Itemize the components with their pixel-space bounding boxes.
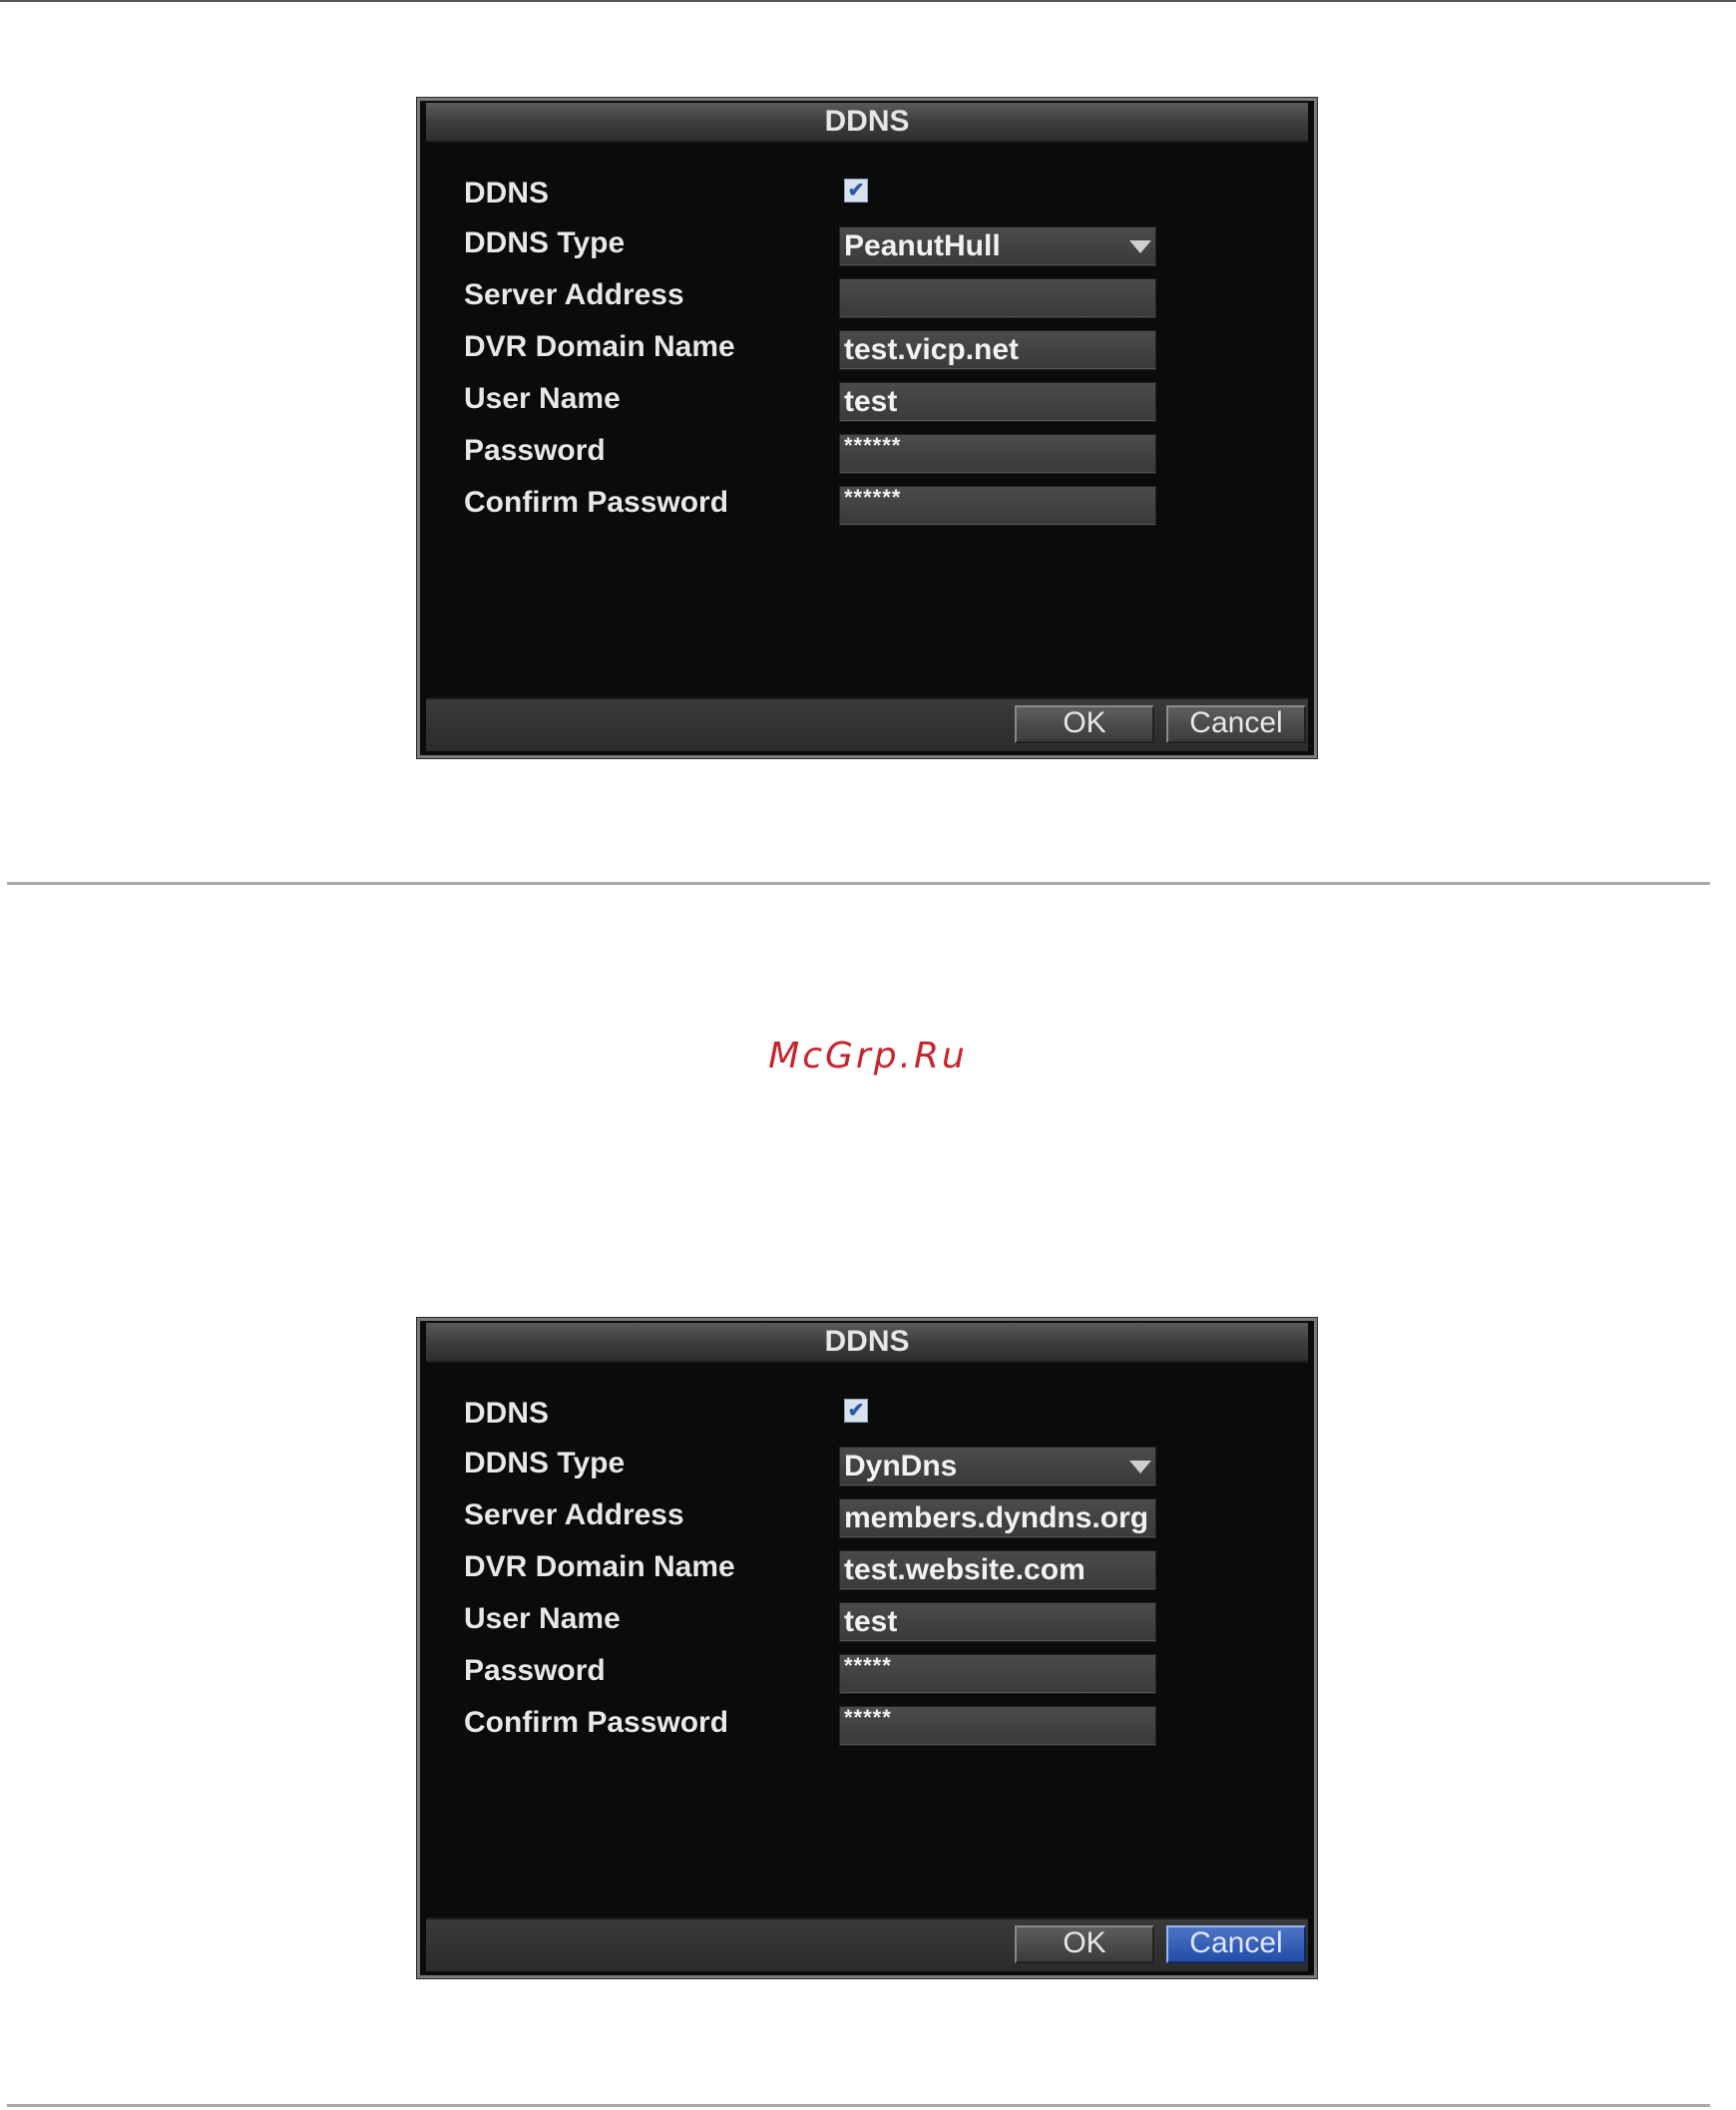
ddns-dialog-peanuthull: DDNS DDNS ✔ DDNS Type PeanutHull Server … — [416, 97, 1318, 759]
dialog-title: DDNS — [426, 1323, 1308, 1363]
cancel-button[interactable]: Cancel — [1166, 705, 1306, 743]
section-divider — [7, 882, 1710, 885]
user-name-label: User Name — [464, 1602, 621, 1635]
server-address-label: Server Address — [464, 278, 684, 311]
user-name-label: User Name — [464, 382, 621, 415]
ddns-type-value: DynDns — [844, 1450, 958, 1482]
ddns-label: DDNS — [464, 177, 550, 210]
server-address-label: Server Address — [464, 1498, 684, 1531]
confirm-password-input[interactable]: ****** — [839, 486, 1156, 526]
domain-name-input[interactable]: test.website.com — [839, 1550, 1156, 1590]
dialog-title: DDNS — [426, 103, 1308, 143]
chevron-down-icon — [1129, 240, 1151, 253]
password-label: Password — [464, 1654, 606, 1687]
domain-name-label: DVR Domain Name — [464, 1550, 735, 1583]
domain-name-input[interactable]: test.vicp.net — [839, 330, 1156, 370]
confirm-password-label: Confirm Password — [464, 1706, 729, 1739]
ok-button[interactable]: OK — [1015, 1925, 1154, 1963]
watermark-text: McGrp.Ru — [768, 1036, 968, 1076]
ddns-type-label: DDNS Type — [464, 226, 626, 259]
ddns-label: DDNS — [464, 1397, 550, 1430]
ddns-type-dropdown[interactable]: DynDns — [839, 1447, 1156, 1486]
domain-name-label: DVR Domain Name — [464, 330, 735, 363]
dialog-footer: OK Cancel — [426, 1917, 1308, 1971]
section-divider — [7, 2104, 1710, 2107]
password-input[interactable]: ****** — [839, 434, 1156, 474]
chevron-down-icon — [1129, 1461, 1151, 1474]
confirm-password-input[interactable]: ***** — [839, 1706, 1156, 1746]
ddns-type-label: DDNS Type — [464, 1447, 626, 1479]
ddns-type-value: PeanutHull — [844, 229, 1001, 262]
ddns-type-dropdown[interactable]: PeanutHull — [839, 226, 1156, 266]
server-address-input[interactable] — [839, 278, 1156, 318]
password-input[interactable]: ***** — [839, 1654, 1156, 1694]
cancel-button[interactable]: Cancel — [1166, 1925, 1306, 1963]
dialog-footer: OK Cancel — [426, 697, 1308, 751]
server-address-input[interactable]: members.dyndns.org — [839, 1498, 1156, 1538]
ok-button[interactable]: OK — [1015, 705, 1154, 743]
ddns-enable-checkbox[interactable]: ✔ — [844, 179, 868, 203]
user-name-input[interactable]: test — [839, 382, 1156, 422]
user-name-input[interactable]: test — [839, 1602, 1156, 1642]
password-label: Password — [464, 434, 606, 467]
ddns-enable-checkbox[interactable]: ✔ — [844, 1399, 868, 1423]
page-top-rule — [0, 0, 1736, 2]
confirm-password-label: Confirm Password — [464, 486, 729, 519]
ddns-dialog-dyndns: DDNS DDNS ✔ DDNS Type DynDns Server Addr… — [416, 1317, 1318, 1979]
